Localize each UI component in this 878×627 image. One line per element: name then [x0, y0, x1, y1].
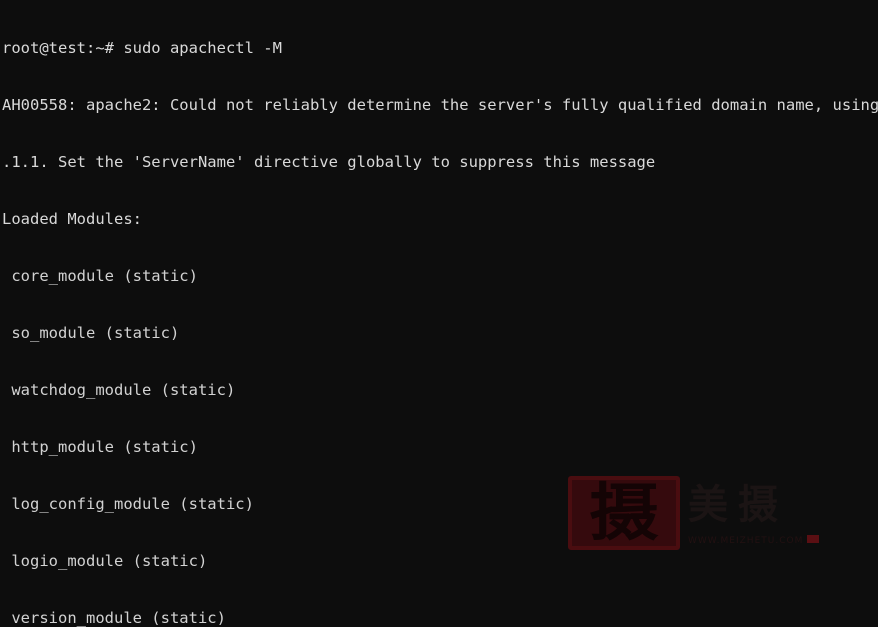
terminal-output: root@test:~# sudo apachectl -M AH00558: …	[0, 0, 878, 627]
terminal-window[interactable]: 摄 美 摄 WWW.MEIZHETU.COM root@test:~# sudo…	[0, 0, 878, 627]
terminal-line: watchdog_module (static)	[2, 381, 236, 399]
terminal-line: root@test:~# sudo apachectl -M	[2, 39, 282, 57]
terminal-line: http_module (static)	[2, 438, 198, 456]
terminal-line: core_module (static)	[2, 267, 198, 285]
terminal-line: log_config_module (static)	[2, 495, 254, 513]
terminal-line: Loaded Modules:	[2, 210, 142, 228]
terminal-line: .1.1. Set the 'ServerName' directive glo…	[2, 153, 656, 171]
terminal-line: so_module (static)	[2, 324, 180, 342]
terminal-line: version_module (static)	[2, 609, 226, 627]
terminal-line: AH00558: apache2: Could not reliably det…	[2, 96, 878, 114]
terminal-line: logio_module (static)	[2, 552, 208, 570]
